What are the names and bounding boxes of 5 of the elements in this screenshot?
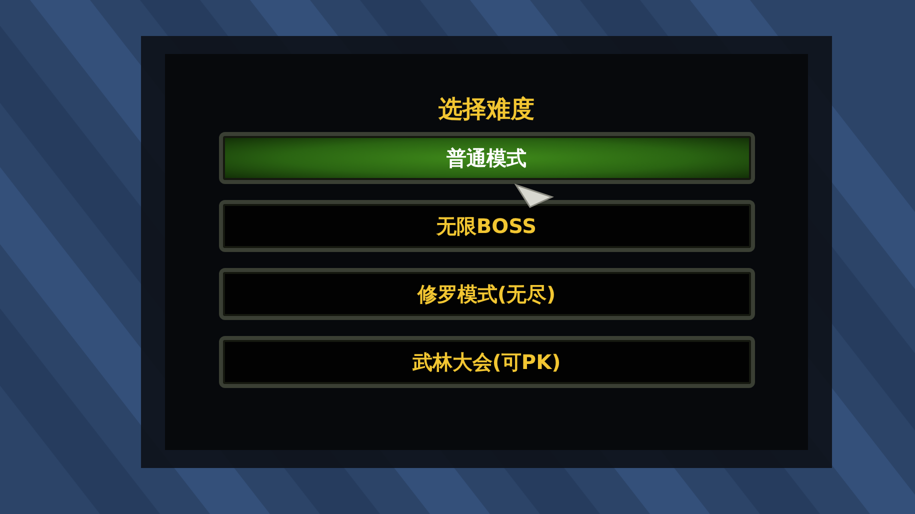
mode-button[interactable]: 普通模式 bbox=[218, 132, 754, 184]
mode-button[interactable]: 修罗模式(无尽) bbox=[218, 268, 754, 320]
mode-button[interactable]: 武林大会(可PK) bbox=[218, 336, 754, 388]
mode-button[interactable]: 无限BOSS bbox=[218, 200, 754, 252]
dialog-title: 选择难度 bbox=[438, 94, 534, 125]
